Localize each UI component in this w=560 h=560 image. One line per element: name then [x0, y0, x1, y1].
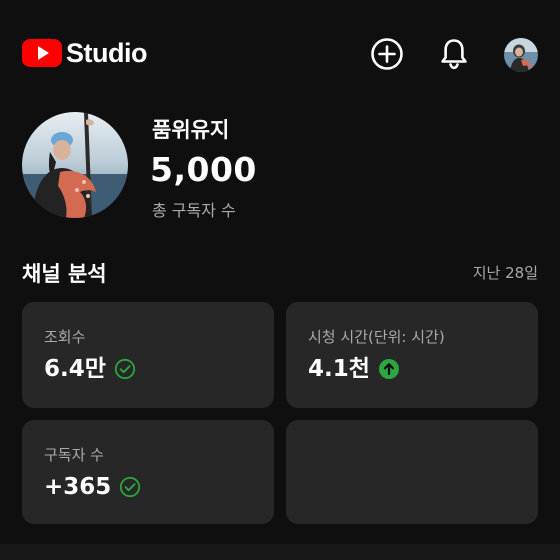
card-value-row: +365 — [44, 472, 141, 502]
empty-card — [286, 420, 538, 524]
create-icon — [371, 38, 403, 70]
card-value: 4.1천 — [308, 356, 370, 382]
card-label: 구독자 수 — [44, 446, 104, 464]
card-label: 조회수 — [44, 328, 86, 346]
logo-text: Studio — [66, 38, 147, 68]
top-app-bar: Studio — [0, 0, 560, 108]
arrow-up-circle-icon — [378, 358, 400, 380]
create-button[interactable] — [369, 36, 405, 72]
channel-name: 품위유지 — [152, 118, 230, 142]
check-circle-icon — [114, 358, 136, 380]
studio-dashboard: Studio 품위유지 5,000 총 구독자 수 채널 분석 지난 28일 조… — [0, 0, 560, 560]
youtube-play-icon — [22, 39, 62, 67]
card-value-row: 4.1천 — [308, 354, 400, 384]
channel-analytics-title: 채널 분석 — [22, 262, 107, 286]
card-label: 시청 시간(단위: 시간) — [308, 328, 445, 346]
subscriber-count-label: 총 구독자 수 — [152, 201, 236, 220]
bottom-edge — [0, 544, 560, 560]
subscriber-count: 5,000 — [150, 150, 257, 189]
channel-avatar-image — [22, 112, 128, 218]
card-value-row: 6.4만 — [44, 354, 136, 384]
subscribers-card[interactable]: 구독자 수 +365 — [22, 420, 274, 524]
account-avatar[interactable] — [504, 38, 538, 72]
views-card[interactable]: 조회수 6.4만 — [22, 302, 274, 408]
notifications-button[interactable] — [436, 36, 472, 72]
watch-time-card[interactable]: 시청 시간(단위: 시간) 4.1천 — [286, 302, 538, 408]
youtube-studio-logo[interactable]: Studio — [22, 38, 147, 68]
notifications-bell-icon — [441, 39, 467, 70]
card-value: +365 — [44, 474, 112, 500]
channel-avatar[interactable] — [22, 112, 128, 218]
card-value: 6.4만 — [44, 356, 106, 382]
check-circle-icon — [119, 476, 141, 498]
analytics-period: 지난 28일 — [472, 264, 538, 282]
account-avatar-image — [504, 38, 538, 72]
